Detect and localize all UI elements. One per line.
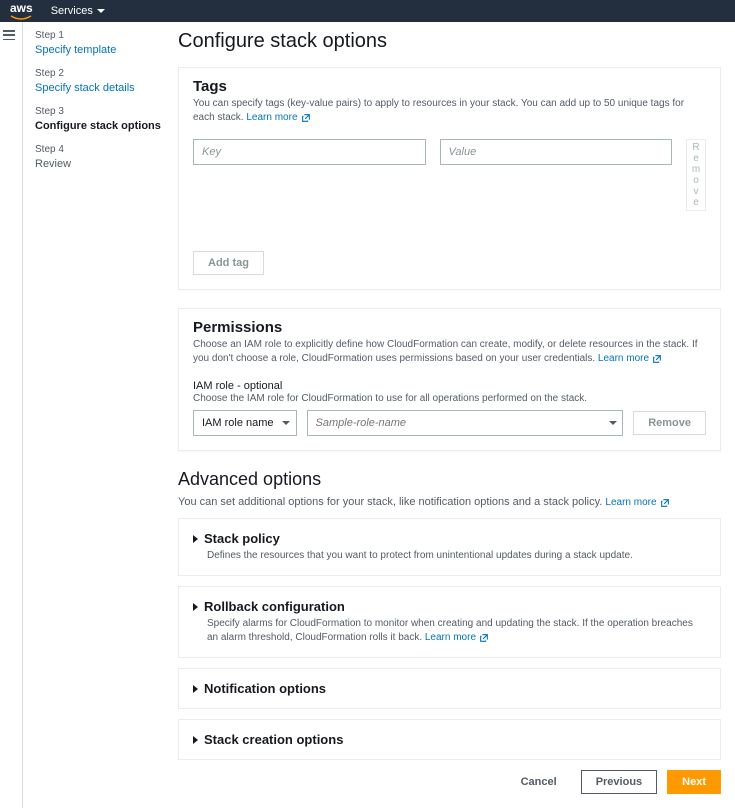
tags-learn-more-link[interactable]: Learn more <box>246 111 310 125</box>
external-link-icon <box>652 354 662 364</box>
aws-smile-icon <box>10 15 32 21</box>
caret-down-icon <box>97 9 105 13</box>
expander-title: Stack policy <box>204 531 280 546</box>
tag-value-input[interactable] <box>440 139 673 165</box>
external-link-icon <box>660 498 670 508</box>
expander-title: Notification options <box>204 681 326 696</box>
hamburger-icon[interactable] <box>3 30 15 40</box>
cancel-button[interactable]: Cancel <box>507 770 571 794</box>
footer-buttons: Cancel Previous Next <box>178 770 721 794</box>
expander-title: Rollback configuration <box>204 599 345 614</box>
caret-down-icon <box>282 421 290 425</box>
step-title: Review <box>35 158 166 170</box>
tag-row: R e m o v e <box>193 139 706 211</box>
services-label: Services <box>51 5 93 17</box>
advanced-learn-more-link[interactable]: Learn more <box>605 497 669 508</box>
top-navigation: aws Services <box>0 0 735 22</box>
caret-right-icon <box>193 736 198 744</box>
step-title: Specify template <box>35 44 166 56</box>
permissions-desc: Choose an IAM role to explicitly define … <box>193 338 706 366</box>
expander-rollback-config: Rollback configuration Specify alarms fo… <box>178 586 721 658</box>
step-4[interactable]: Step 4 Review <box>35 144 166 170</box>
services-menu[interactable]: Services <box>51 5 105 17</box>
aws-logo[interactable]: aws <box>10 1 33 21</box>
step-label: Step 1 <box>35 30 166 41</box>
step-label: Step 4 <box>35 144 166 155</box>
tags-desc: You can specify tags (key-value pairs) t… <box>193 97 706 125</box>
caret-right-icon <box>193 603 198 611</box>
expander-stack-creation-options: Stack creation options <box>178 719 721 760</box>
step-3[interactable]: Step 3 Configure stack options <box>35 106 166 132</box>
aws-logo-text: aws <box>10 1 33 15</box>
expander-title: Stack creation options <box>204 732 343 747</box>
iam-role-name-input[interactable] <box>307 410 624 436</box>
content-area: Configure stack options Tags You can spe… <box>178 30 721 794</box>
expander-toggle[interactable]: Stack creation options <box>193 732 706 747</box>
expander-toggle[interactable]: Notification options <box>193 681 706 696</box>
step-title: Specify stack details <box>35 82 166 94</box>
external-link-icon <box>479 633 489 643</box>
permissions-panel: Permissions Choose an IAM role to explic… <box>178 308 721 451</box>
permissions-heading: Permissions <box>193 319 706 336</box>
tags-heading: Tags <box>193 78 706 95</box>
page-title: Configure stack options <box>178 30 721 53</box>
expander-notification-options: Notification options <box>178 668 721 709</box>
step-title: Configure stack options <box>35 120 166 132</box>
caret-right-icon <box>193 535 198 543</box>
iam-role-label: IAM role - optional <box>193 380 706 392</box>
permissions-learn-more-link[interactable]: Learn more <box>598 352 662 366</box>
tag-key-input[interactable] <box>193 139 426 165</box>
next-button[interactable]: Next <box>667 770 721 794</box>
previous-button[interactable]: Previous <box>581 770 657 794</box>
step-1[interactable]: Step 1 Specify template <box>35 30 166 56</box>
step-label: Step 3 <box>35 106 166 117</box>
expander-stack-policy: Stack policy Defines the resources that … <box>178 518 721 576</box>
step-2[interactable]: Step 2 Specify stack details <box>35 68 166 94</box>
expander-desc: Specify alarms for CloudFormation to mon… <box>207 617 706 645</box>
add-tag-button[interactable]: Add tag <box>193 251 264 275</box>
tag-remove-button[interactable]: R e m o v e <box>686 139 706 211</box>
expander-toggle[interactable]: Rollback configuration <box>193 599 706 614</box>
iam-role-desc: Choose the IAM role for CloudFormation t… <box>193 393 706 404</box>
caret-right-icon <box>193 685 198 693</box>
remove-role-button[interactable]: Remove <box>633 411 706 435</box>
expander-toggle[interactable]: Stack policy <box>193 531 706 546</box>
external-link-icon <box>301 113 311 123</box>
tags-panel: Tags You can specify tags (key-value pai… <box>178 67 721 290</box>
select-value: IAM role name <box>202 417 274 429</box>
rollback-learn-more-link[interactable]: Learn more <box>425 631 489 645</box>
side-strip <box>0 22 22 808</box>
advanced-desc: You can set additional options for your … <box>178 496 721 508</box>
expander-desc: Defines the resources that you want to p… <box>207 549 706 563</box>
iam-role-type-select[interactable]: IAM role name <box>193 410 297 436</box>
advanced-heading: Advanced options <box>178 469 721 490</box>
wizard-steps: Step 1 Specify template Step 2 Specify s… <box>23 30 178 794</box>
step-label: Step 2 <box>35 68 166 79</box>
